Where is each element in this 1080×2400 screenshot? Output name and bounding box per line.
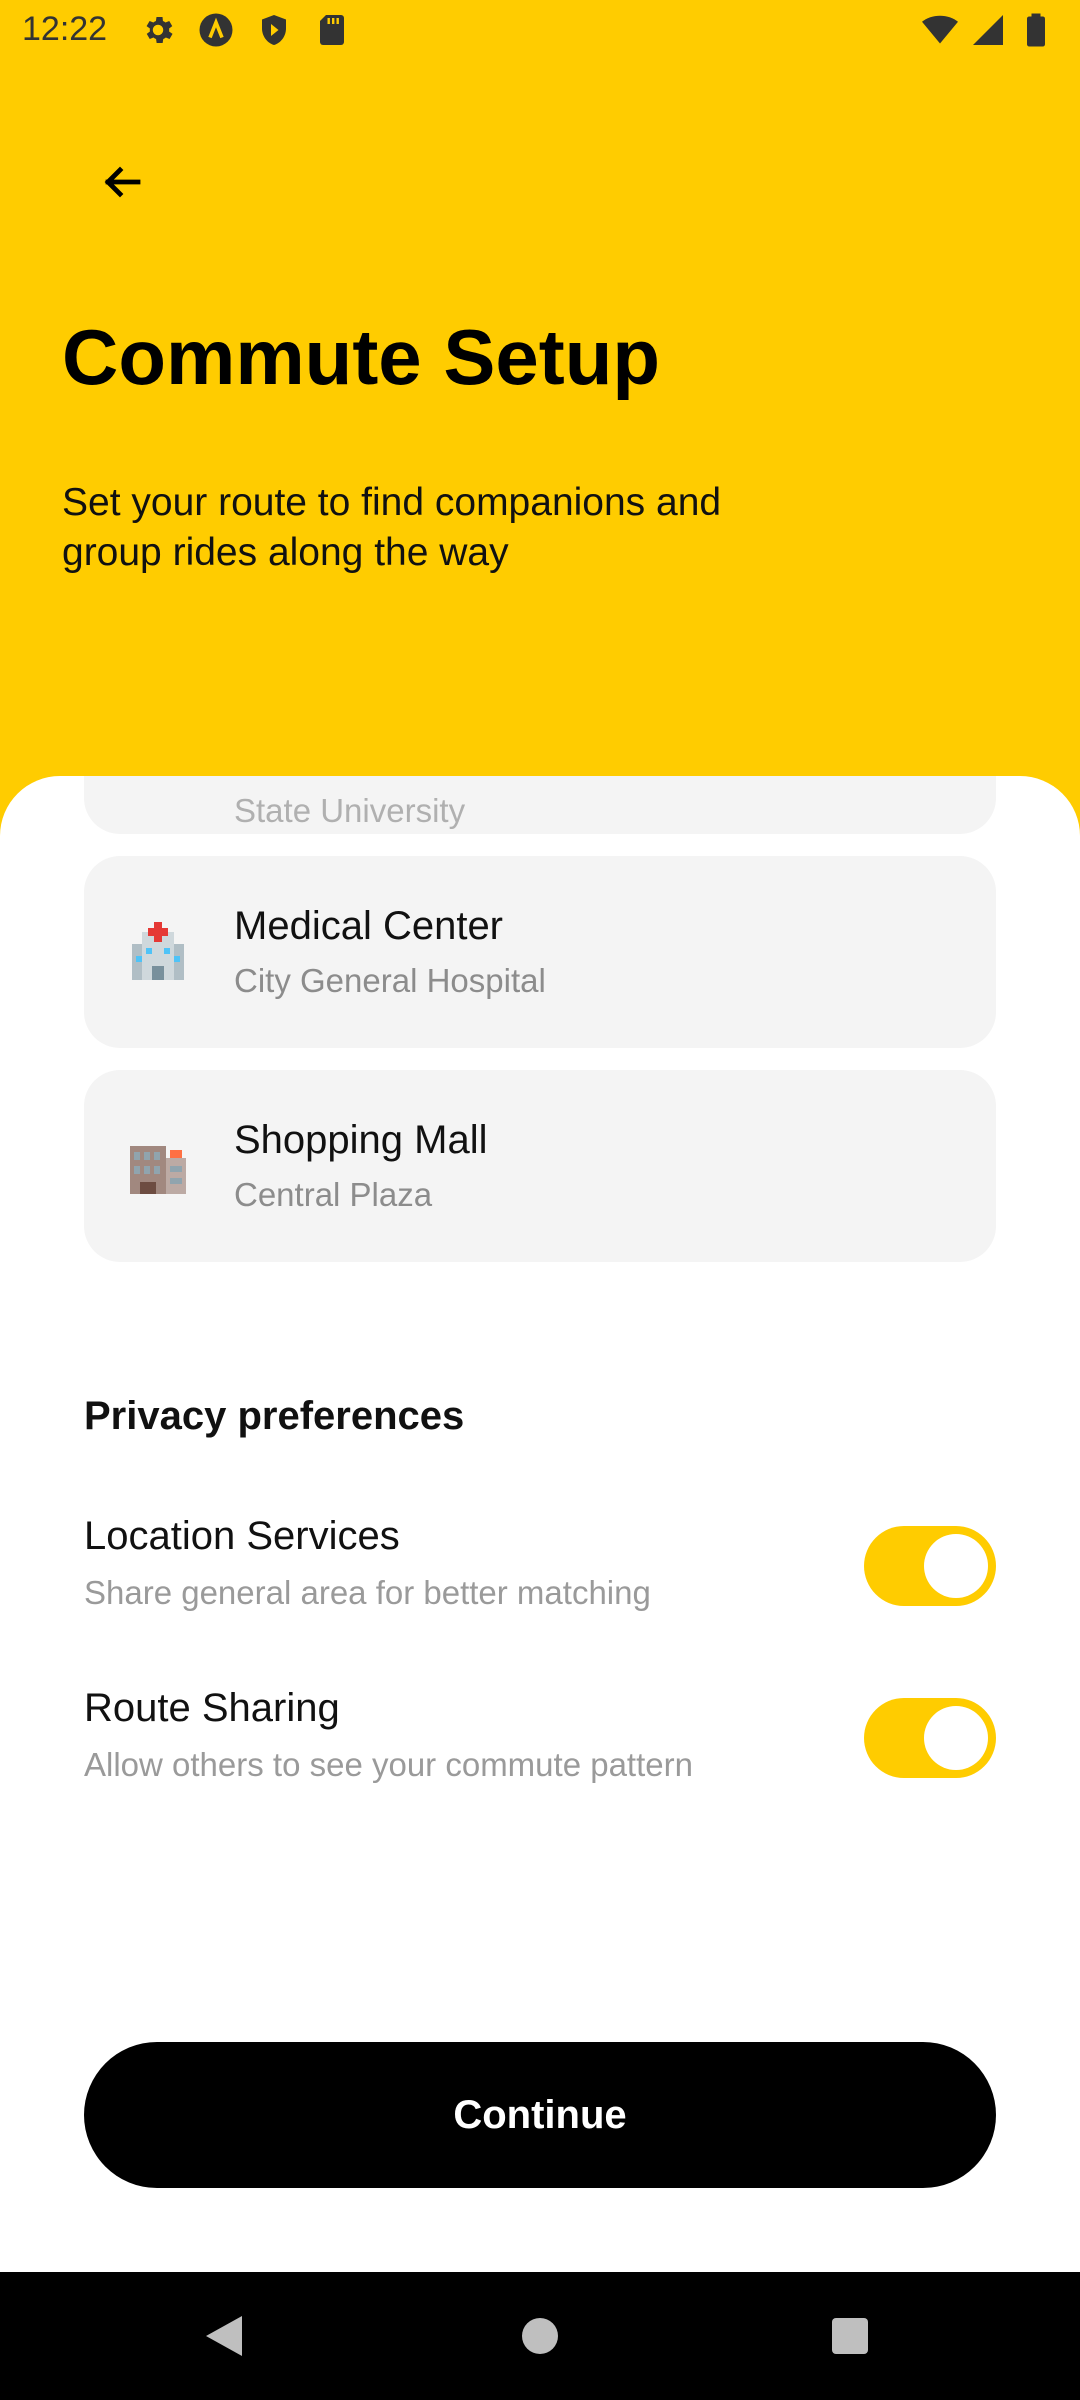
pref-title: Location Services <box>84 1514 400 1558</box>
home-circle-icon <box>522 2318 558 2354</box>
destination-name: Medical Center <box>234 904 504 948</box>
destination-name: Shopping Mall <box>234 1118 488 1162</box>
status-time: 12:22 <box>22 10 108 48</box>
continue-label: Continue <box>453 2092 627 2137</box>
privacy-section-title: Privacy preferences <box>84 1394 465 1438</box>
nav-recents-button[interactable] <box>822 2308 878 2364</box>
shield-icon <box>262 15 286 45</box>
pref-description: Allow others to see your commute pattern <box>84 1746 693 1783</box>
toggle-knob <box>924 1534 988 1598</box>
status-icons-right <box>922 12 1054 48</box>
battery-icon <box>1027 13 1045 47</box>
location-services-toggle[interactable] <box>864 1526 996 1606</box>
destination-subtitle: State University <box>234 792 466 829</box>
recents-square-icon <box>832 2318 868 2354</box>
nav-back-button[interactable] <box>196 2308 252 2364</box>
status-bar: 12:22 <box>0 0 1080 64</box>
toggle-knob <box>924 1706 988 1770</box>
pref-row-location-services: Location Services Share general area for… <box>84 1514 996 1634</box>
pref-description: Share general area for better matching <box>84 1574 651 1611</box>
pref-row-route-sharing: Route Sharing Allow others to see your c… <box>84 1686 996 1806</box>
wifi-icon <box>922 15 958 44</box>
back-triangle-icon <box>206 2316 242 2356</box>
continue-button[interactable]: Continue <box>84 2042 996 2188</box>
destination-card-shopping-mall[interactable]: Shopping Mall Central Plaza <box>84 1070 996 1262</box>
content-sheet: State University Medical Center City Gen… <box>0 776 1080 2272</box>
system-nav-bar <box>0 2272 1080 2400</box>
route-sharing-toggle[interactable] <box>864 1698 996 1778</box>
sd-card-icon <box>320 15 344 45</box>
a-logo-icon <box>199 13 233 47</box>
gear-icon <box>146 16 173 44</box>
destination-card-medical-center[interactable]: Medical Center City General Hospital <box>84 856 996 1048</box>
department-store-icon <box>130 1146 186 1194</box>
destination-card-university[interactable]: State University <box>84 776 996 834</box>
back-button[interactable] <box>80 140 164 224</box>
destination-subtitle: Central Plaza <box>234 1176 433 1213</box>
page-subtitle: Set your route to find companions and gr… <box>62 481 722 574</box>
destination-subtitle: City General Hospital <box>234 962 546 999</box>
signal-icon <box>973 15 1003 45</box>
pref-title: Route Sharing <box>84 1686 340 1730</box>
page-title: Commute Setup <box>62 313 661 401</box>
hospital-icon <box>132 922 184 980</box>
nav-home-button[interactable] <box>512 2308 568 2364</box>
status-icons-left <box>140 12 350 48</box>
arrow-left-icon <box>104 166 141 198</box>
